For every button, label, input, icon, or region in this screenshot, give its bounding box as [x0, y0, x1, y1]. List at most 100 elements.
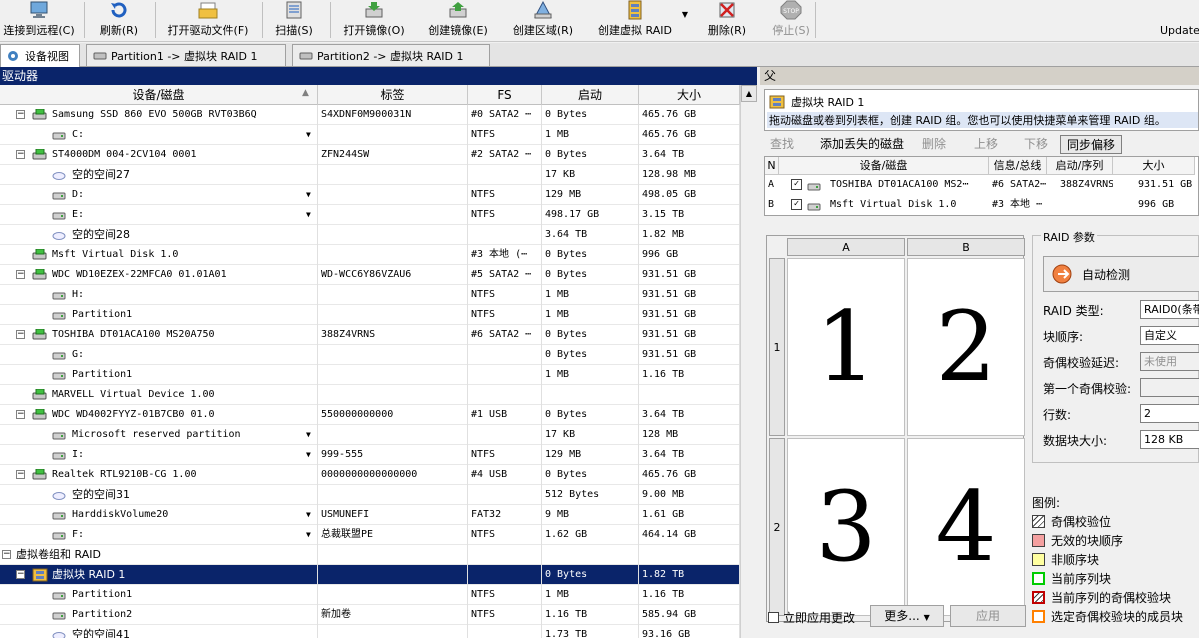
more-button[interactable]: 更多... ▼	[870, 605, 944, 627]
row-dropdown-icon[interactable]: ▼	[306, 125, 311, 145]
table-row[interactable]: I: ▼ 999-555 NTFS 129 MB 3.64 TB	[0, 445, 740, 465]
table-row[interactable]: 空的空间41 1.73 TB 93.16 GB	[0, 625, 740, 638]
toolbar-refresh-button[interactable]: 刷新(R)	[90, 0, 148, 42]
grid-row-1[interactable]: 1	[769, 258, 785, 436]
row-dropdown-icon[interactable]: ▼	[306, 185, 311, 205]
column-header-1[interactable]: 标签	[318, 85, 468, 105]
tree-expand-icon[interactable]: −	[16, 570, 25, 579]
tree-expand-icon[interactable]: −	[16, 110, 25, 119]
table-row[interactable]: − 虚拟块 RAID 1 0 Bytes 1.82 TB	[0, 565, 740, 585]
tree-expand-icon[interactable]: −	[16, 330, 25, 339]
table-row[interactable]: − ST4000DM 004-2CV104 0001 ZFN244SW #2 SATA…	[0, 145, 740, 165]
toolbar-stop-button[interactable]: STOP 停止(S)	[768, 0, 814, 42]
table-row[interactable]: − TOSHIBA DT01ACA100 MS20A750 388Z4VRNS #6 …	[0, 325, 740, 345]
member-checkbox[interactable]: ✓	[791, 199, 802, 210]
toolbar-scan-button[interactable]: 扫描(S)	[268, 0, 320, 42]
param-field-0[interactable]: RAID0(条带	[1140, 300, 1199, 319]
table-row[interactable]: Partition1 1 MB 1.16 TB	[0, 365, 740, 385]
tree-expand-icon[interactable]: −	[16, 150, 25, 159]
table-row[interactable]: − WDC WD4002FYYZ-01B7CB0 01.0 550000000000…	[0, 405, 740, 425]
member-button-2[interactable]: 删除	[916, 135, 952, 154]
member-column-2[interactable]: 信息/总线	[989, 157, 1047, 175]
update-link[interactable]: Update	[1160, 24, 1199, 37]
table-row[interactable]: 空的空间28 3.64 TB 1.82 MB	[0, 225, 740, 245]
column-header-4[interactable]: 大小	[639, 85, 740, 105]
row-dropdown-icon[interactable]: ▼	[306, 445, 311, 465]
tab-2[interactable]: Partition2 -> 虚拟块 RAID 1	[292, 44, 490, 66]
table-row[interactable]: H: NTFS 1 MB 931.51 GB	[0, 285, 740, 305]
member-column-3[interactable]: 启动/序列	[1047, 157, 1113, 175]
table-row[interactable]: − Samsung SSD 860 EVO 500GB RVT03B6Q S4XDN…	[0, 105, 740, 125]
member-button-4[interactable]: 下移	[1018, 135, 1054, 154]
apply-button[interactable]: 应用	[950, 605, 1026, 627]
table-row[interactable]: F: ▼ 总裁联盟PE NTFS 1.62 GB 464.14 GB	[0, 525, 740, 545]
row-dropdown-icon[interactable]: ▼	[306, 525, 311, 545]
vertical-scrollbar[interactable]: ▲	[740, 85, 757, 638]
table-row[interactable]: C: ▼ NTFS 1 MB 465.76 GB	[0, 125, 740, 145]
param-field-2[interactable]: 未使用	[1140, 352, 1199, 371]
column-header-2[interactable]: FS	[468, 85, 542, 105]
auto-detect-button[interactable]: 自动检测	[1043, 256, 1199, 292]
member-column-0[interactable]: N	[765, 157, 779, 175]
member-button-1[interactable]: 添加丢失的磁盘	[814, 135, 910, 154]
param-field-4[interactable]: 2	[1140, 404, 1199, 423]
table-row[interactable]: Partition1 NTFS 1 MB 931.51 GB	[0, 305, 740, 325]
table-row[interactable]: G: 0 Bytes 931.51 GB	[0, 345, 740, 365]
cell-start: 0 Bytes	[542, 465, 639, 485]
tab-1[interactable]: Partition1 -> 虚拟块 RAID 1	[86, 44, 286, 66]
tree-expand-icon[interactable]: −	[16, 470, 25, 479]
toolbar-open-drive-file-button[interactable]: 打开驱动文件(F)	[160, 0, 256, 42]
scroll-up-icon[interactable]: ▲	[741, 85, 757, 102]
table-row[interactable]: 空的空间31 512 Bytes 9.00 MB	[0, 485, 740, 505]
param-field-1[interactable]: 自定义	[1140, 326, 1199, 345]
table-row[interactable]: Partition1 NTFS 1 MB 1.16 TB	[0, 585, 740, 605]
row-dropdown-icon[interactable]: ▼	[306, 205, 311, 225]
member-checkbox[interactable]: ✓	[791, 179, 802, 190]
toolbar-delete-button[interactable]: 删除(R)	[700, 0, 754, 42]
raid-block-cell[interactable]: 1	[787, 258, 905, 436]
tab-0[interactable]: 设备视图	[0, 44, 80, 67]
cell-label: WD-WCC6Y86VZAU6	[318, 265, 468, 285]
tree-expand-icon[interactable]: −	[16, 410, 25, 419]
table-row[interactable]: − WDC WD10EZEX-22MFCA0 01.01A01 WD-WCC6Y86…	[0, 265, 740, 285]
table-row[interactable]: D: ▼ NTFS 129 MB 498.05 GB	[0, 185, 740, 205]
table-row[interactable]: 空的空间27 17 KB 128.98 MB	[0, 165, 740, 185]
tree-expand-icon[interactable]: −	[16, 270, 25, 279]
toolbar-create-region-button[interactable]: 创建区域(R)	[505, 0, 581, 42]
table-row[interactable]: − 虚拟卷组和 RAID	[0, 545, 740, 565]
raid-block-cell[interactable]: 4	[907, 438, 1025, 616]
raid-block-cell[interactable]: 3	[787, 438, 905, 616]
row-dropdown-icon[interactable]: ▼	[306, 425, 311, 445]
tree-expand-icon[interactable]: −	[2, 550, 11, 559]
member-row[interactable]: B ✓ Msft Virtual Disk 1.0 #3 本地 ⋯ 996 GB	[765, 195, 1199, 215]
toolbar-create-image-button[interactable]: 创建镜像(E)	[420, 0, 496, 42]
table-row[interactable]: E: ▼ NTFS 498.17 GB 3.15 TB	[0, 205, 740, 225]
column-header-3[interactable]: 启动	[542, 85, 639, 105]
member-button-5[interactable]: 同步偏移	[1060, 135, 1123, 154]
grid-row-2[interactable]: 2	[769, 438, 785, 616]
member-row[interactable]: A ✓ TOSHIBA DT01ACA100 MS2⋯ #6 SATA2⋯ 388Z4V…	[765, 175, 1199, 195]
param-label: 奇偶校验延迟:	[1043, 356, 1120, 370]
param-field-3[interactable]	[1140, 378, 1199, 397]
toolbar-create-virtual-raid-button[interactable]: 创建虚拟 RAID ▼	[590, 0, 688, 42]
apply-immediately-checkbox[interactable]	[768, 612, 779, 623]
table-row[interactable]: − Realtek RTL9210B-CG 1.00 000000000000000…	[0, 465, 740, 485]
member-button-0[interactable]: 查找	[764, 135, 800, 154]
column-header-0[interactable]: 设备/磁盘	[0, 85, 318, 105]
raid-block-cell[interactable]: 2	[907, 258, 1025, 436]
table-row[interactable]: Partition2 新加卷 NTFS 1.16 TB 585.94 GB	[0, 605, 740, 625]
toolbar-open-image-button[interactable]: 打开镜像(O)	[336, 0, 412, 42]
table-row[interactable]: Microsoft reserved partition ▼ 17 KB 128 MB	[0, 425, 740, 445]
table-row[interactable]: HarddiskVolume20 ▼ USMUNEFI FAT32 9 MB 1.61 G…	[0, 505, 740, 525]
toolbar-remote-computer-button[interactable]: 连接到远程(C)	[0, 0, 78, 42]
raid-dropdown-icon[interactable]: ▼	[682, 10, 688, 19]
table-row[interactable]: Msft Virtual Disk 1.0 #3 本地 (⋯ 0 Bytes 996 …	[0, 245, 740, 265]
member-column-1[interactable]: 设备/磁盘	[779, 157, 989, 175]
member-button-3[interactable]: 上移	[968, 135, 1004, 154]
table-row[interactable]: MARVELL Virtual Device 1.00	[0, 385, 740, 405]
grid-column-A[interactable]: A	[787, 238, 905, 256]
grid-column-B[interactable]: B	[907, 238, 1025, 256]
row-dropdown-icon[interactable]: ▼	[306, 505, 311, 525]
param-field-5[interactable]: 128 KB	[1140, 430, 1199, 449]
member-column-4[interactable]: 大小	[1113, 157, 1195, 175]
